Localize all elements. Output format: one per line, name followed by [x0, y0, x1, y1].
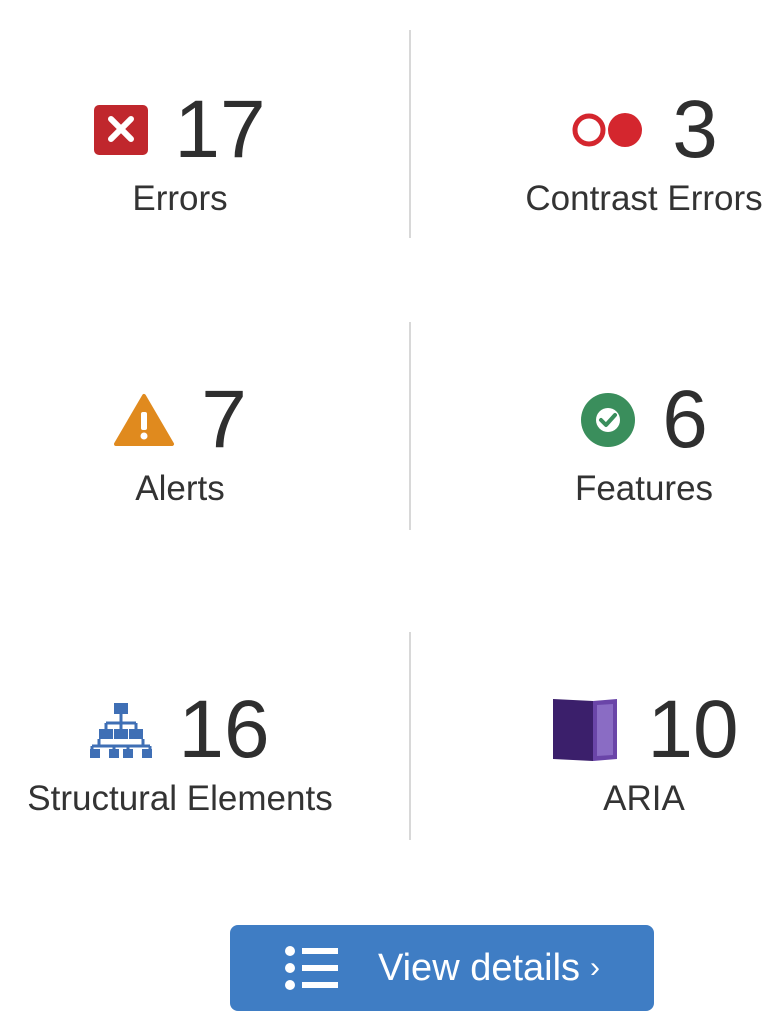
hierarchy-icon [90, 701, 153, 759]
view-details-label: View details [377, 946, 581, 989]
view-details-button[interactable]: View details › [230, 925, 654, 1011]
features-stat-top: 6 [580, 375, 708, 465]
structural-elements-count: 16 [178, 684, 270, 775]
alerts-stat: 7 Alerts [0, 375, 360, 509]
contrast-errors-count: 3 [672, 84, 718, 175]
alerts-count: 7 [201, 374, 247, 465]
contrast-circles-icon [570, 110, 646, 150]
alerts-stat-top: 7 [113, 375, 247, 465]
aria-label: ARIA [603, 779, 685, 818]
check-circle-icon [580, 392, 636, 448]
contrast-errors-stat: 3 Contrast Errors [464, 85, 779, 219]
structural-elements-stat-top: 16 [90, 684, 270, 775]
aria-count: 10 [647, 684, 739, 775]
structural-elements-stat: 16 Structural Elements [0, 685, 360, 819]
warning-triangle-icon [113, 392, 175, 448]
divider-row3 [409, 632, 411, 840]
errors-stat-top: 17 [94, 84, 266, 175]
divider-row1 [409, 30, 411, 238]
aria-box-icon [549, 695, 621, 765]
divider-row2 [409, 322, 411, 530]
chevron-right-icon: › [590, 951, 601, 984]
alerts-label: Alerts [135, 469, 225, 508]
contrast-errors-label: Contrast Errors [525, 179, 763, 218]
features-label: Features [574, 469, 714, 508]
contrast-errors-stat-top: 3 [570, 85, 718, 175]
errors-label: Errors [132, 179, 228, 218]
features-stat: 6 Features [464, 375, 779, 509]
structural-elements-label: Structural Elements [27, 779, 333, 818]
aria-stat-top: 10 [549, 684, 739, 775]
errors-stat: 17 Errors [0, 85, 360, 219]
errors-count: 17 [174, 84, 266, 175]
list-icon [284, 944, 340, 992]
error-x-icon [94, 103, 149, 157]
aria-stat: 10 ARIA [464, 685, 779, 819]
features-count: 6 [662, 374, 708, 465]
